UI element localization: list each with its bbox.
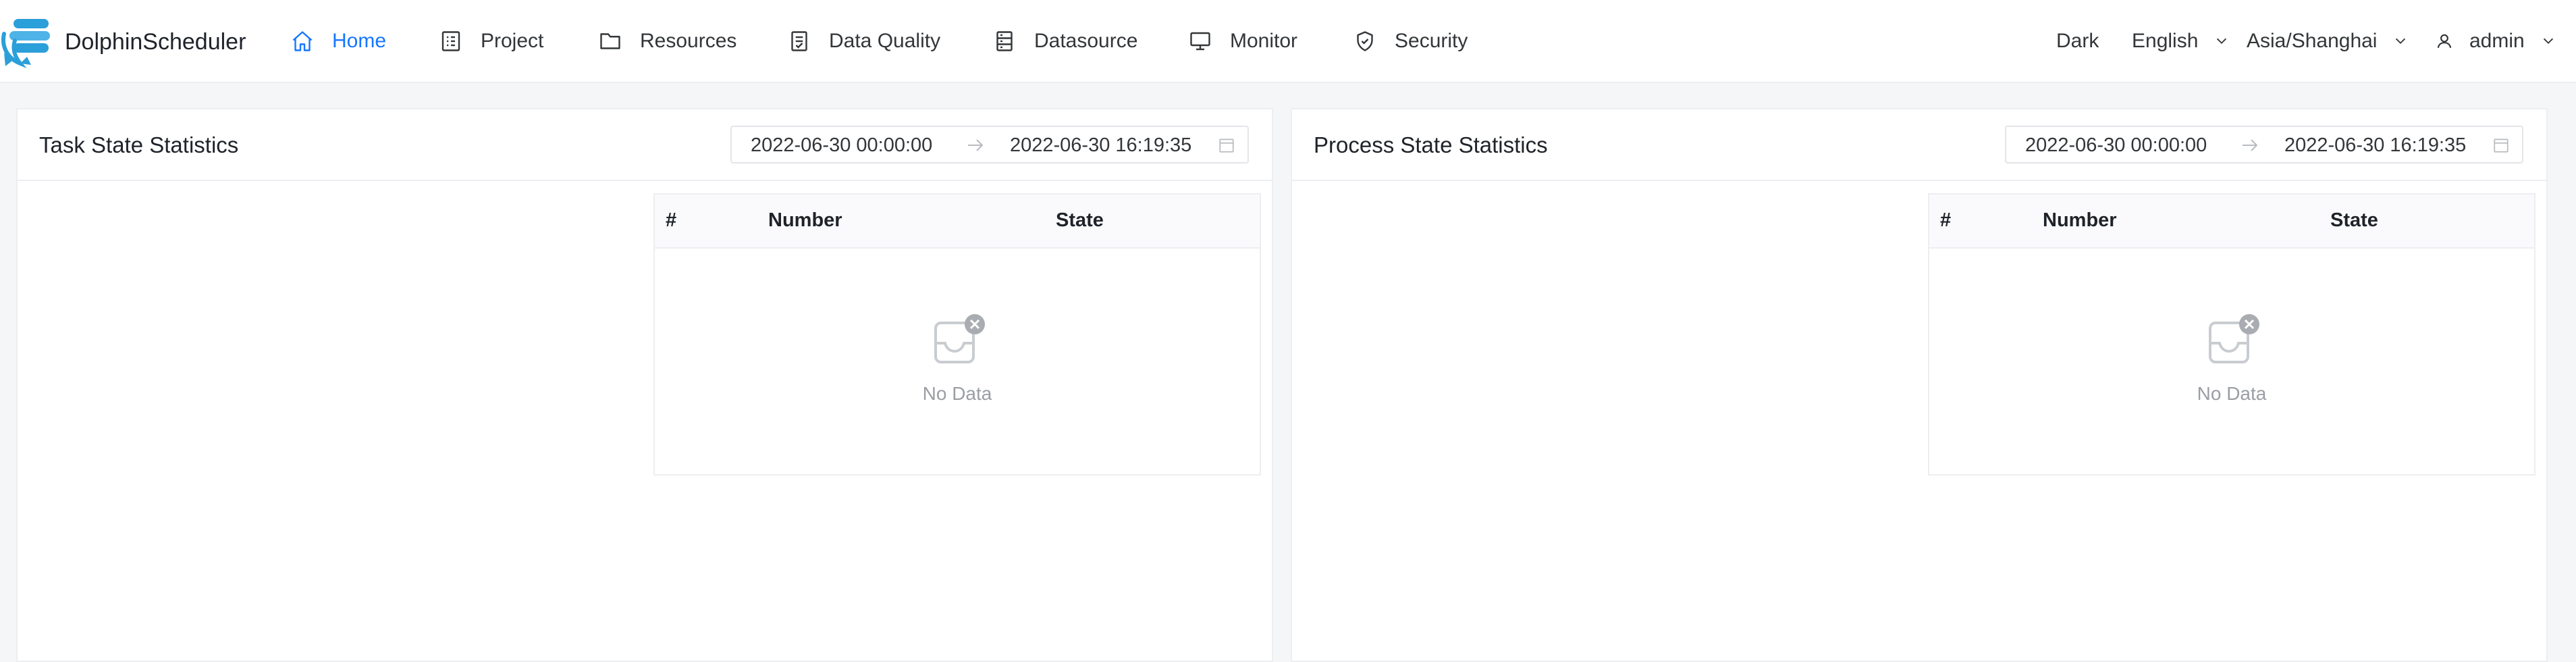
brand-name[interactable]: DolphinScheduler [65, 27, 246, 57]
nav-item-label: Data Quality [829, 30, 941, 52]
project-icon [441, 31, 460, 51]
card-header: Task State Statistics 2022-06-30 00:00:0… [18, 109, 1272, 181]
nav-item-label: Security [1395, 30, 1468, 52]
language-label: English [2132, 30, 2199, 52]
column-header-state: State [1056, 209, 1104, 231]
theme-label: Dark [2056, 30, 2099, 52]
calendar-icon[interactable] [2492, 136, 2510, 154]
chevron-down-icon [2543, 38, 2553, 45]
empty-inbox-icon [2209, 314, 2259, 363]
card-title: Task State Statistics [39, 132, 239, 157]
nav-item-monitor[interactable]: Monitor [1188, 26, 1297, 57]
nav-item-label: Datasource [1034, 30, 1138, 52]
arrow-right-icon [2243, 139, 2258, 151]
process-state-statistics-card: Process State Statistics 2022-06-30 00:0… [1291, 108, 2548, 662]
nav-item-datasource[interactable]: Datasource [992, 26, 1137, 57]
nav-item-label: Monitor [1230, 30, 1298, 52]
card-header: Process State Statistics 2022-06-30 00:0… [1292, 109, 2546, 181]
user-menu[interactable]: admin [2436, 26, 2556, 57]
range-end-input[interactable]: 2022-06-30 16:19:35 [2284, 134, 2466, 157]
date-range-picker[interactable]: 2022-06-30 00:00:00 2022-06-30 16:19:35 [730, 126, 1249, 163]
theme-toggle[interactable]: Dark [2056, 26, 2099, 57]
chevron-down-icon [2396, 38, 2406, 45]
empty-state-text: No Data [922, 383, 992, 404]
range-end-input[interactable]: 2022-06-30 16:19:35 [1010, 134, 1191, 157]
empty-state-text: No Data [2197, 383, 2267, 404]
shield-icon [1357, 31, 1373, 51]
nav-item-security[interactable]: Security [1353, 26, 1468, 57]
table-header: # Number State [655, 195, 1260, 249]
column-header-index: # [666, 209, 677, 231]
card-title: Process State Statistics [1314, 132, 1548, 157]
nav-item-data-quality[interactable]: Data Quality [787, 26, 940, 57]
column-header-index: # [1940, 209, 1952, 231]
top-navigation-bar: DolphinScheduler Home Project Resources … [0, 0, 2576, 83]
nav-item-resources[interactable]: Resources [598, 26, 736, 57]
user-name: admin [2469, 30, 2525, 52]
timezone-dropdown[interactable]: Asia/Shanghai [2247, 26, 2408, 57]
nav-item-label: Project [481, 30, 544, 52]
table-header: # Number State [1929, 195, 2534, 249]
timezone-label: Asia/Shanghai [2247, 30, 2378, 52]
language-dropdown[interactable]: English [2132, 26, 2229, 57]
nav-item-label: Home [332, 30, 387, 52]
dolphin-logo-icon[interactable] [0, 14, 65, 70]
nav-item-label: Resources [640, 30, 737, 52]
range-start-input[interactable]: 2022-06-30 00:00:00 [751, 134, 932, 157]
task-state-statistics-card: Task State Statistics 2022-06-30 00:00:0… [16, 108, 1273, 662]
folder-icon [600, 33, 620, 49]
home-icon [292, 31, 313, 51]
nav-item-home[interactable]: Home [290, 26, 386, 57]
calendar-icon[interactable] [1218, 136, 1235, 154]
data-quality-icon [791, 31, 807, 51]
empty-inbox-icon [934, 314, 985, 363]
task-state-table: # Number State No Data [653, 193, 1261, 476]
monitor-icon [1190, 32, 1210, 51]
user-icon [2437, 34, 2452, 49]
column-header-state: State [2330, 209, 2378, 231]
arrow-right-icon [968, 139, 984, 151]
nav-item-project[interactable]: Project [439, 26, 543, 57]
range-start-input[interactable]: 2022-06-30 00:00:00 [2025, 134, 2207, 157]
chevron-down-icon [2217, 38, 2227, 45]
database-icon [996, 31, 1013, 51]
process-state-table: # Number State No Data [1928, 193, 2535, 476]
column-header-number: Number [768, 209, 842, 231]
date-range-picker[interactable]: 2022-06-30 00:00:00 2022-06-30 16:19:35 [2005, 126, 2523, 163]
column-header-number: Number [2043, 209, 2117, 231]
